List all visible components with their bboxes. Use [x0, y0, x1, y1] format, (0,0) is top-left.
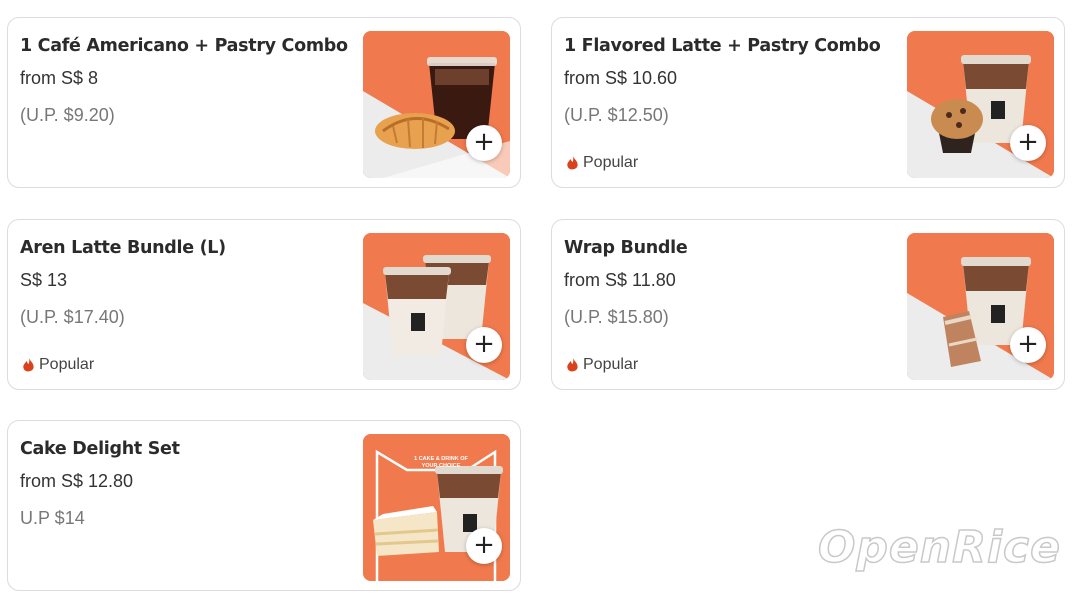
plus-icon: + — [1017, 329, 1039, 359]
popular-badge: Popular — [566, 154, 638, 172]
menu-item-card[interactable]: 1 Café Americano + Pastry Combo from S$ … — [7, 17, 521, 188]
item-image[interactable]: + — [907, 31, 1054, 178]
menu-item-card[interactable]: Aren Latte Bundle (L) S$ 13 (U.P. $17.40… — [7, 219, 521, 390]
popular-badge: Popular — [566, 356, 638, 374]
badge-label: Popular — [39, 356, 95, 373]
item-original-price: U.P $14 — [20, 508, 85, 528]
item-original-price: (U.P. $9.20) — [20, 105, 115, 125]
item-original-price: (U.P. $12.50) — [564, 105, 669, 125]
item-image[interactable]: + — [363, 31, 510, 178]
add-to-cart-button[interactable]: + — [466, 125, 502, 161]
plus-icon: + — [1017, 127, 1039, 157]
popular-badge: Popular — [22, 356, 94, 374]
item-image[interactable]: 1 CAKE & DRINK OF YOUR CHOICE + — [363, 434, 510, 581]
openrice-watermark: OpenRice — [817, 521, 1061, 574]
item-title: 1 Flavored Latte + Pastry Combo — [564, 36, 881, 56]
item-image[interactable]: + — [907, 233, 1054, 380]
plus-icon: + — [473, 329, 495, 359]
item-price: from S$ 8 — [20, 68, 99, 88]
plus-icon: + — [473, 127, 495, 157]
menu-item-card[interactable]: Wrap Bundle from S$ 11.80 (U.P. $15.80) … — [551, 219, 1065, 390]
add-to-cart-button[interactable]: + — [466, 528, 502, 564]
item-title: Cake Delight Set — [20, 439, 180, 459]
plus-icon: + — [473, 530, 495, 560]
add-to-cart-button[interactable]: + — [466, 327, 502, 363]
item-original-price: (U.P. $15.80) — [564, 307, 669, 327]
flame-icon — [567, 155, 578, 170]
item-image[interactable]: + — [363, 233, 510, 380]
flame-icon — [567, 357, 578, 372]
add-to-cart-button[interactable]: + — [1010, 327, 1046, 363]
badge-label: Popular — [583, 356, 639, 373]
item-title: Aren Latte Bundle (L) — [20, 238, 226, 258]
menu-item-card[interactable]: Cake Delight Set from S$ 12.80 U.P $14 1… — [7, 420, 521, 591]
add-to-cart-button[interactable]: + — [1010, 125, 1046, 161]
item-original-price: (U.P. $17.40) — [20, 307, 125, 327]
item-price: from S$ 10.60 — [564, 68, 678, 88]
badge-label: Popular — [583, 154, 639, 171]
menu-item-card[interactable]: 1 Flavored Latte + Pastry Combo from S$ … — [551, 17, 1065, 188]
item-price: S$ 13 — [20, 270, 68, 290]
item-price: from S$ 11.80 — [564, 270, 676, 290]
item-title: 1 Café Americano + Pastry Combo — [20, 36, 348, 56]
flame-icon — [23, 357, 34, 372]
promo-image-text: 1 CAKE & DRINK OF YOUR CHOICE — [414, 456, 468, 469]
item-title: Wrap Bundle — [564, 238, 688, 258]
item-price: from S$ 12.80 — [20, 471, 134, 491]
